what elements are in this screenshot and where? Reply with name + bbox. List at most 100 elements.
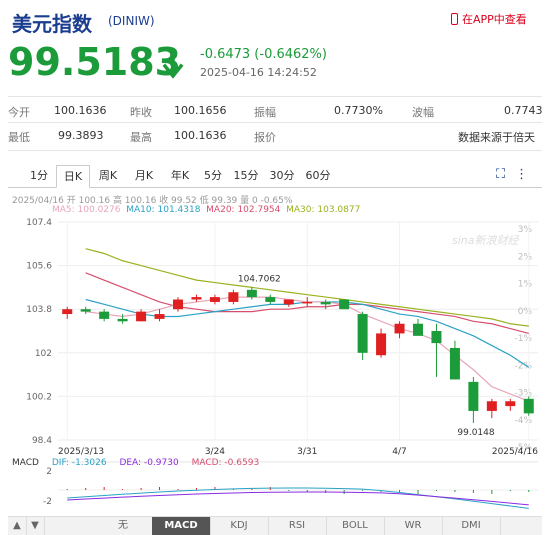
x-tick-label: 3/31 (297, 447, 317, 457)
candle-body (154, 314, 165, 319)
candle-body (80, 309, 91, 312)
open-label: 今开 (8, 106, 30, 119)
candle-body (449, 347, 460, 380)
y-tick-label: 107.4 (26, 218, 52, 228)
pct-tick-label: 2% (518, 252, 533, 262)
indicator-tab-6[interactable]: DMI (442, 517, 501, 535)
candle-body (265, 297, 276, 302)
symbol-code: (DINIW) (108, 14, 155, 28)
scroll-down-arrow[interactable]: ▼ (26, 517, 45, 535)
divider (8, 96, 542, 97)
candle-body (136, 311, 147, 322)
chart-tools: ⛶ ⋮ (496, 167, 528, 182)
phone-icon (451, 13, 458, 25)
macd-legend: MACD DIF: -1.3026 DEA: -0.9730 MACD: -0.… (12, 458, 269, 468)
divider (8, 150, 542, 151)
indicator-tab-0[interactable]: 无 (94, 517, 153, 535)
y-tick-label: 105.6 (26, 262, 52, 272)
divider (8, 122, 542, 123)
y-tick-label: 100.2 (26, 392, 52, 402)
indicator-tab-4[interactable]: BOLL (326, 517, 385, 535)
tab-5[interactable]: 5分 (200, 165, 226, 186)
indicator-tab-3[interactable]: RSI (268, 517, 327, 535)
candle-body (117, 318, 128, 322)
macd-title: MACD (12, 458, 39, 468)
candle-body (191, 297, 202, 300)
open-value: 100.1636 (54, 104, 107, 117)
range-label: 波幅 (412, 106, 434, 119)
candle-body (246, 289, 257, 298)
candle-body (339, 299, 350, 310)
candle-body (431, 331, 442, 344)
candle-body (320, 301, 331, 305)
tab-3[interactable]: 月K (128, 165, 160, 186)
scroll-up-arrow[interactable]: ▲ (8, 517, 27, 535)
tab-1[interactable]: 日K (56, 165, 90, 188)
low-value: 99.3893 (58, 129, 104, 142)
amplitude-label: 振幅 (254, 106, 276, 119)
macd-value: MACD: -0.6593 (191, 458, 260, 468)
prev-close-value: 100.1656 (174, 104, 227, 117)
settings-icon[interactable]: ⋮ (515, 167, 528, 182)
pct-tick-label: -4% (514, 416, 532, 426)
macd-tick-label: -2 (43, 497, 52, 507)
candle-body (228, 292, 239, 302)
macd-tick-label: 2 (46, 467, 52, 477)
x-tick-label: 4/7 (392, 447, 406, 457)
watermark: sina新浪财经 (452, 234, 519, 247)
indicator-tab-5[interactable]: WR (384, 517, 443, 535)
high-annotation: 104.7062 (238, 274, 281, 284)
candle-body (173, 299, 183, 310)
tab-6[interactable]: 15分 (230, 165, 262, 186)
stats-row-1: 今开 100.1636 昨收 100.1656 振幅 0.7730% 波幅 0.… (8, 104, 543, 120)
pct-tick-label: -2% (514, 361, 532, 371)
tab-4[interactable]: 年K (164, 165, 196, 186)
candle-body (376, 333, 387, 356)
pct-tick-label: -1% (514, 334, 532, 344)
open-in-app-link[interactable]: 在APP中查看 (451, 11, 527, 27)
pct-tick-label: 3% (518, 225, 533, 235)
down-arrow-icon (162, 50, 184, 84)
pct-tick-label: 1% (518, 280, 533, 290)
page-title: 美元指数 (12, 12, 92, 36)
current-price: 99.5183 (8, 40, 182, 84)
quote-label: 报价 (254, 131, 276, 144)
prev-close-label: 昨收 (130, 106, 152, 119)
candle-body (209, 297, 220, 302)
kline-chart[interactable]: 107.4 105.6 103.8 102 100.2 98.4 3% 2% 1% 0% -1% -2… (0, 214, 550, 514)
dea-value: DEA: -0.9730 (119, 458, 179, 468)
fullscreen-icon[interactable]: ⛶ (496, 167, 505, 182)
candle-body (283, 299, 294, 305)
stats-row-2: 最低 99.3893 最高 100.1636 报价 数据来源于倍天 (8, 129, 542, 145)
pct-tick-label: 0% (518, 307, 533, 317)
candle-body (302, 301, 313, 304)
x-tick-label: 3/24 (205, 447, 225, 457)
indicator-tab-1[interactable]: MACD (152, 517, 211, 535)
candle-body (413, 323, 423, 336)
tab-7[interactable]: 30分 (266, 165, 298, 186)
indicator-tab-2[interactable]: KDJ (210, 517, 269, 535)
tab-8[interactable]: 60分 (302, 165, 334, 186)
y-tick-label: 102 (35, 349, 52, 359)
quote-time: 2025-04-16 14:24:52 (200, 66, 317, 79)
candle-body (99, 311, 110, 319)
tab-0[interactable]: 1分 (26, 165, 52, 186)
low-label: 最低 (8, 131, 30, 144)
tab-2[interactable]: 周K (92, 165, 124, 186)
candle-body (523, 398, 534, 414)
price-change: -0.6473 (-0.6462%) (200, 47, 327, 62)
dea-line (67, 491, 529, 506)
candle-body (468, 381, 479, 411)
low-annotation: 99.0148 (457, 428, 494, 438)
candle-body (394, 323, 405, 334)
y-tick-label: 103.8 (26, 305, 52, 315)
candle-body (505, 401, 516, 407)
period-tabs: 1分 日K 周K 月K 年K 5分 15分 30分 60分 (8, 165, 542, 188)
candle-body (486, 401, 497, 411)
candle-body (357, 314, 368, 353)
high-value: 100.1636 (174, 129, 227, 142)
dif-value: DIF: -1.3026 (51, 458, 107, 468)
x-tick-label: 2025/4/16 (492, 447, 538, 457)
amplitude-value: 0.7730% (334, 104, 383, 117)
candle-body (62, 309, 73, 315)
